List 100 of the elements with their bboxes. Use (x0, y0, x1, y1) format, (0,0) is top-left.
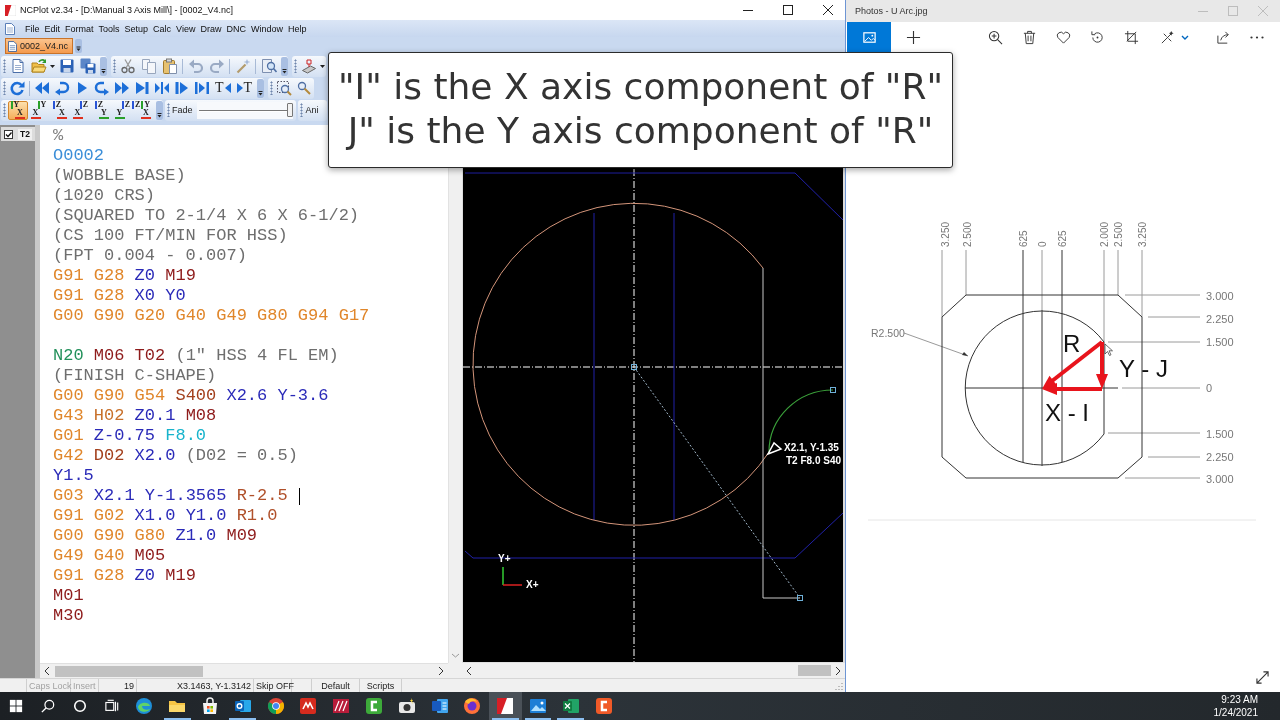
swirl-logo-icon[interactable] (134, 696, 155, 716)
horizontal-scrollbar[interactable] (40, 663, 448, 678)
tool-tab-label[interactable]: T2 (18, 128, 32, 140)
menu-item[interactable]: File (24, 23, 41, 34)
circular-arrow-icon[interactable] (9, 80, 25, 96)
fast-forward-icon[interactable] (114, 80, 130, 96)
checked-box-icon[interactable] (4, 129, 13, 139)
menu-item[interactable]: Window (250, 23, 284, 34)
scroll-right-icon[interactable] (835, 665, 841, 676)
trace-step-button[interactable]: T (234, 79, 255, 97)
picture-tile-icon[interactable] (527, 696, 548, 716)
clipboard-icon[interactable] (161, 58, 178, 74)
toolbar-overflow-icon[interactable] (156, 100, 163, 120)
chevron-down-icon[interactable] (1180, 34, 1189, 40)
toolbar-overflow-icon[interactable] (100, 56, 107, 76)
menu-item[interactable]: Draw (199, 23, 223, 34)
curved-back-arrow-icon[interactable] (54, 80, 70, 96)
scroll-left-icon[interactable] (466, 665, 472, 676)
menu-item[interactable]: View (175, 23, 197, 34)
new-file-icon[interactable] (9, 58, 26, 74)
image-view-button[interactable] (847, 22, 891, 52)
view-plane-button[interactable]: Z X (70, 100, 91, 120)
rotate-icon[interactable] (1089, 29, 1105, 45)
more-icon[interactable] (1250, 35, 1264, 39)
stacked-windows-icon[interactable] (105, 699, 119, 713)
scissors-icon[interactable] (119, 58, 136, 74)
scrollbar-thumb[interactable] (55, 665, 203, 677)
menu-item[interactable]: DNC (225, 23, 247, 34)
two-floppy-disks-icon[interactable] (79, 58, 96, 74)
clock-date[interactable]: 1/24/2021 (1213, 706, 1258, 719)
trash-icon[interactable] (1021, 29, 1037, 45)
wand-sparkle-icon[interactable] (1159, 29, 1175, 45)
toolbar-grip-icon[interactable] (167, 103, 170, 117)
diagonal-split-logo-icon[interactable] (495, 696, 516, 716)
menu-item[interactable]: Setup (123, 23, 150, 34)
bar-play-icon[interactable] (174, 80, 190, 96)
position-readout: X2.1, Y-1.35 (784, 442, 839, 453)
bar-play-bar-icon[interactable] (194, 80, 210, 96)
crop-icon[interactable] (1123, 29, 1139, 45)
caption-text: J" is the Y axis component of "R" (345, 109, 935, 153)
view-plane-button[interactable]: Z Y X (133, 100, 154, 120)
bracket-tile-icon[interactable] (363, 696, 384, 716)
trace-step-button[interactable]: T (213, 79, 233, 97)
bracket-tile-icon[interactable] (593, 696, 614, 716)
toolbar-overflow-icon[interactable] (281, 56, 288, 76)
menu-item[interactable]: Help (287, 23, 308, 34)
shopping-bag-icon[interactable] (200, 696, 220, 716)
pin-on-plate-icon[interactable] (300, 58, 317, 74)
zoom-window-icon[interactable] (276, 80, 293, 96)
dropdown-caret-icon[interactable] (320, 64, 325, 68)
spreadsheet-tile-icon[interactable] (560, 696, 581, 716)
plus-icon[interactable] (905, 29, 921, 45)
search-icon[interactable] (41, 699, 55, 713)
menu-item[interactable]: Edit (43, 23, 62, 34)
heart-icon[interactable] (1055, 29, 1071, 45)
scrollbar-thumb[interactable] (798, 665, 831, 676)
menu-item[interactable]: Tools (97, 23, 121, 34)
window-grid-icon[interactable] (9, 699, 23, 713)
view-plane-button[interactable]: Z Y (112, 100, 133, 120)
toolbar-grip-icon[interactable] (113, 59, 116, 73)
toolbar-grip-icon[interactable] (294, 59, 297, 73)
zigzag-tile-icon[interactable] (298, 696, 319, 716)
toolbar-grip-icon[interactable] (3, 103, 6, 117)
resize-grip-icon[interactable] (835, 682, 843, 690)
horizontal-scrollbar[interactable] (462, 662, 845, 678)
expand-icon[interactable] (1256, 671, 1269, 684)
view-plane-button[interactable]: Z X (49, 100, 70, 120)
toolbar-grip-icon[interactable] (299, 103, 303, 117)
ring-icon[interactable] (73, 699, 87, 713)
zoom-in-icon[interactable] (987, 29, 1003, 45)
fox-globe-icon[interactable] (462, 696, 483, 716)
scroll-left-icon[interactable] (44, 666, 50, 676)
fade-slider-thumb[interactable] (286, 102, 293, 117)
maximize-icon[interactable] (783, 5, 793, 15)
view-plane-button[interactable]: Y X (7, 100, 28, 120)
view-plane-button[interactable]: Y X (28, 100, 49, 120)
document-tab[interactable]: 0002_V4.nc (5, 38, 74, 54)
dropdown-caret-icon[interactable] (50, 64, 55, 68)
toolbar-overflow-icon[interactable] (257, 78, 265, 98)
share-icon[interactable] (1215, 29, 1231, 45)
scroll-right-icon[interactable] (438, 666, 444, 676)
close-icon[interactable] (823, 5, 833, 15)
clock-time[interactable]: 9:23 AM (1221, 693, 1258, 706)
menu-item[interactable]: Format (64, 23, 95, 34)
striped-tile-icon[interactable] (331, 696, 352, 716)
toolbar-grip-icon[interactable] (270, 81, 274, 95)
skip-to-end-icon[interactable] (134, 80, 150, 96)
view-plane-button[interactable]: Z Y (91, 100, 112, 120)
curved-forward-arrow-icon[interactable] (94, 80, 110, 96)
inward-triangles-icon[interactable] (154, 80, 170, 96)
toolbar-grip-icon[interactable] (3, 81, 6, 95)
round-logo-icon[interactable] (265, 696, 286, 716)
toolbar-grip-icon[interactable] (3, 59, 6, 73)
camera-icon[interactable] (396, 696, 417, 716)
document-icon[interactable] (5, 22, 15, 35)
menu-item[interactable]: Calc (152, 23, 173, 34)
page-magnifier-icon[interactable] (260, 58, 277, 74)
document-tile-icon[interactable] (429, 696, 450, 716)
rewind-icon[interactable] (34, 80, 50, 96)
magnifier-icon[interactable] (296, 80, 313, 96)
